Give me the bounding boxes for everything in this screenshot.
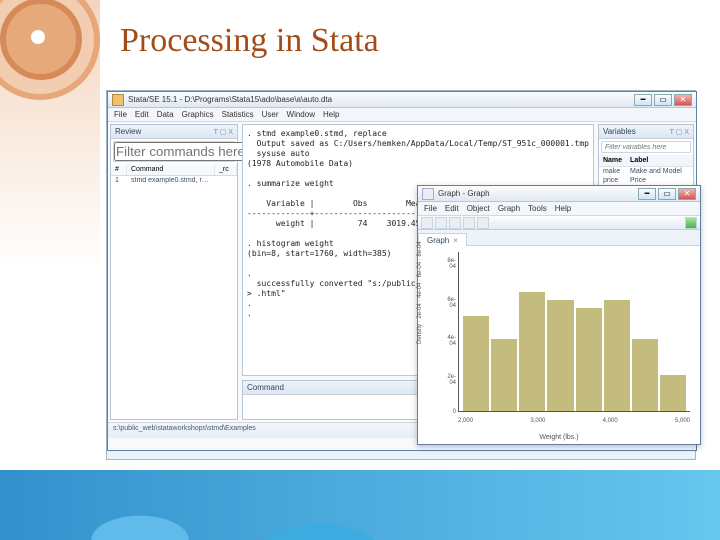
- stata-menubar: File Edit Data Graphics Statistics User …: [108, 108, 696, 122]
- chart-yticks: 8e-04 6e-04 4e-04 2e-04 0: [442, 252, 456, 412]
- var-name: price: [599, 176, 626, 185]
- menu-statistics[interactable]: Statistics: [222, 110, 254, 119]
- variables-pin-icons[interactable]: T ▢ X: [670, 128, 689, 136]
- slide-left-decoration: [0, 0, 100, 540]
- chart-ylabel: Density · 2e-04 · 4e-04 · 6e-04 · 8e-04: [417, 241, 423, 344]
- review-col-cmd[interactable]: Command: [127, 164, 215, 175]
- toolbar-save-icon[interactable]: [435, 217, 447, 229]
- graph-title: Graph - Graph: [438, 189, 634, 198]
- graph-menubar: File Edit Object Graph Tools Help: [418, 202, 700, 216]
- xtick: 5,000: [675, 418, 690, 424]
- var-label: Make and Model: [626, 167, 693, 177]
- stata-app-icon: [112, 94, 124, 106]
- close-button[interactable]: ✕: [674, 94, 692, 106]
- gmenu-tools[interactable]: Tools: [528, 204, 547, 213]
- xtick: 2,000: [458, 418, 473, 424]
- ytick: 8e-04: [442, 258, 456, 270]
- graph-window: Graph - Graph ━ ▭ ✕ File Edit Object Gra…: [417, 185, 701, 445]
- menu-file[interactable]: File: [114, 110, 127, 119]
- review-panel: Review T ▢ X # Command _rc 1: [110, 124, 238, 420]
- command-title: Command: [247, 383, 284, 392]
- menu-window[interactable]: Window: [287, 110, 315, 119]
- menu-user[interactable]: User: [262, 110, 279, 119]
- ytick: 6e-04: [442, 297, 456, 309]
- xtick: 3,000: [530, 418, 545, 424]
- menu-graphics[interactable]: Graphics: [182, 110, 214, 119]
- graph-minimize-button[interactable]: ━: [638, 188, 656, 200]
- chart-xticks: 2,000 3,000 4,000 5,000: [458, 418, 690, 424]
- menu-data[interactable]: Data: [157, 110, 174, 119]
- variable-row[interactable]: makeMake and Model: [599, 167, 693, 177]
- chart-xlabel: Weight (lbs.): [418, 434, 700, 441]
- variables-title: Variables: [603, 127, 636, 136]
- variables-filter-input[interactable]: [602, 143, 690, 152]
- menu-help[interactable]: Help: [323, 110, 339, 119]
- histogram-chart: Density · 2e-04 · 4e-04 · 6e-04 · 8e-04 …: [418, 246, 700, 442]
- maximize-button[interactable]: ▭: [654, 94, 672, 106]
- toolbar-print-icon[interactable]: [449, 217, 461, 229]
- stata-title: Stata/SE 15.1 - D:\Programs\Stata15\ado\…: [128, 95, 630, 104]
- histogram-bar: [660, 375, 686, 411]
- histogram-bar: [463, 316, 489, 411]
- graph-close-button[interactable]: ✕: [678, 188, 696, 200]
- slide-bottom-wave: [0, 470, 720, 540]
- gmenu-file[interactable]: File: [424, 204, 437, 213]
- toolbar-play-icon[interactable]: [685, 217, 697, 229]
- histogram-bar: [576, 308, 602, 411]
- status-path: s:\public_web\stataworkshops\stmd\Exampl…: [113, 425, 256, 432]
- graph-tab-close-icon[interactable]: ×: [453, 236, 458, 245]
- menu-edit[interactable]: Edit: [135, 110, 149, 119]
- review-col-num[interactable]: #: [111, 164, 127, 175]
- review-title: Review: [115, 127, 141, 136]
- graph-tab-label: Graph: [427, 236, 449, 245]
- histogram-bar: [491, 339, 517, 411]
- ytick: 0: [442, 409, 456, 415]
- variables-col-label[interactable]: Label: [626, 155, 693, 167]
- graph-titlebar: Graph - Graph ━ ▭ ✕: [418, 186, 700, 202]
- review-pin-icons[interactable]: T ▢ X: [214, 128, 233, 136]
- slide-title: Processing in Stata: [120, 22, 379, 60]
- graph-toolbar: [418, 216, 700, 230]
- review-row-rc: [211, 177, 233, 184]
- variable-row[interactable]: pricePrice: [599, 176, 693, 185]
- gmenu-graph[interactable]: Graph: [498, 204, 520, 213]
- toolbar-rename-icon[interactable]: [477, 217, 489, 229]
- gmenu-edit[interactable]: Edit: [445, 204, 459, 213]
- var-label: Price: [626, 176, 693, 185]
- graph-tab[interactable]: Graph ×: [418, 233, 467, 246]
- screenshot-area: Stata/SE 15.1 - D:\Programs\Stata15\ado\…: [106, 90, 696, 460]
- histogram-bar: [519, 292, 545, 411]
- toolbar-copy-icon[interactable]: [463, 217, 475, 229]
- review-row-cmd: stmd example0.stmd, repla..: [131, 177, 211, 184]
- histogram-bar: [547, 300, 573, 411]
- minimize-button[interactable]: ━: [634, 94, 652, 106]
- ytick: 2e-04: [442, 374, 456, 386]
- stata-titlebar: Stata/SE 15.1 - D:\Programs\Stata15\ado\…: [108, 92, 696, 108]
- gmenu-object[interactable]: Object: [467, 204, 490, 213]
- toolbar-open-icon[interactable]: [421, 217, 433, 229]
- histogram-bar: [632, 339, 658, 411]
- graph-maximize-button[interactable]: ▭: [658, 188, 676, 200]
- graph-tabrow: Graph ×: [418, 230, 700, 246]
- var-name: make: [599, 167, 626, 177]
- xtick: 4,000: [603, 418, 618, 424]
- review-col-rc[interactable]: _rc: [215, 164, 237, 175]
- gmenu-help[interactable]: Help: [555, 204, 571, 213]
- review-row-num: 1: [115, 177, 131, 184]
- ytick: 4e-04: [442, 335, 456, 347]
- histogram-bar: [604, 300, 630, 411]
- variables-col-name[interactable]: Name: [599, 155, 626, 167]
- graph-app-icon: [422, 188, 434, 200]
- review-row[interactable]: 1 stmd example0.stmd, repla..: [111, 176, 237, 185]
